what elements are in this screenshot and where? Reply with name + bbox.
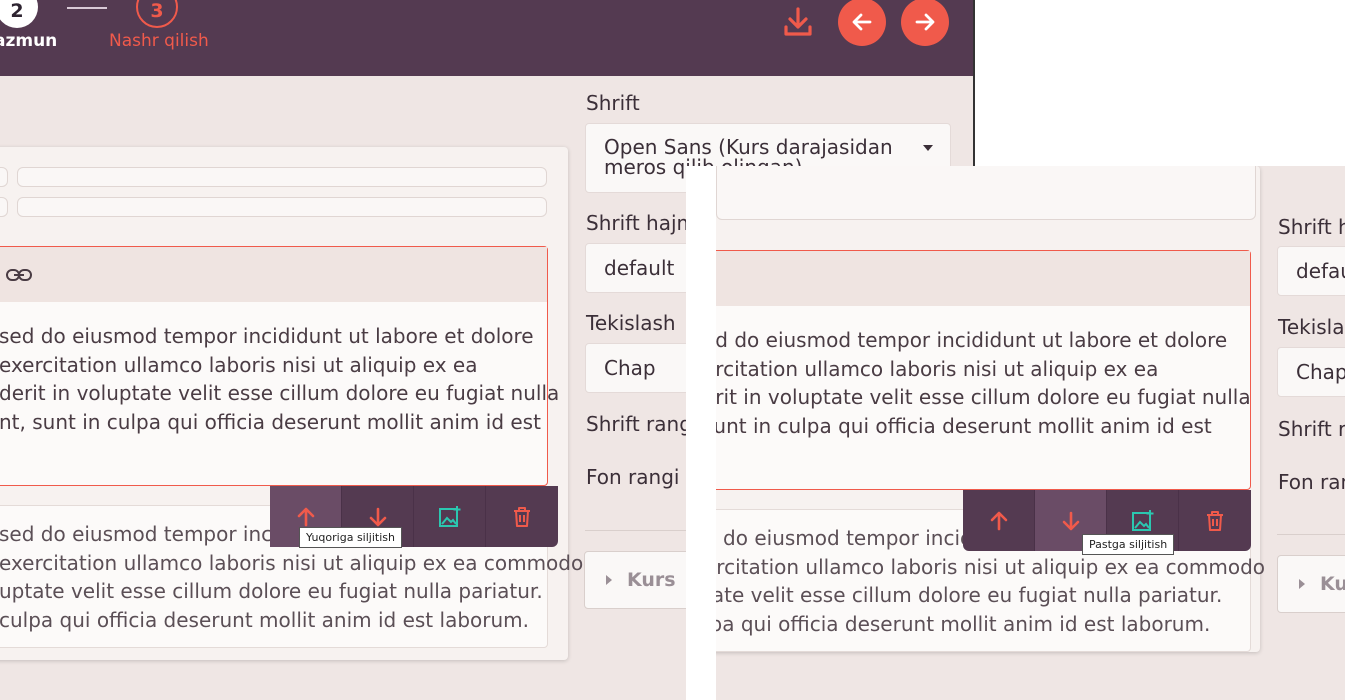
option-input-1[interactable] — [17, 167, 547, 187]
step-2-label: azmun — [0, 31, 58, 51]
paragraph-text[interactable]: ed do eiusmod tempor incididunt ut labor… — [701, 306, 1251, 440]
paragraph-text[interactable]: sed do eiusmod tempor incididunt ut labo… — [0, 302, 560, 436]
bg-color-label: Fon rangi — [586, 465, 680, 489]
move-up-button[interactable] — [963, 490, 1035, 551]
bg-color-label: Fon ran — [1278, 470, 1345, 494]
block-header — [701, 251, 1250, 306]
paragraph-line: lpa qui officia deserunt mollit anim id … — [704, 611, 1211, 636]
next-button[interactable] — [901, 0, 949, 46]
paragraph-line: ercitation ullamco laboris nisi ut aliqu… — [703, 356, 1159, 381]
delete-button[interactable] — [486, 486, 558, 547]
course-settings-toggle[interactable]: Ku — [1277, 555, 1345, 613]
selected-text-block[interactable]: ed do eiusmod tempor incididunt ut labor… — [700, 250, 1251, 490]
font-size-select[interactable]: defau — [1277, 246, 1345, 296]
font-color-label: Shrift ra — [1278, 417, 1345, 441]
align-label: Tekislas — [1278, 315, 1345, 339]
add-image-icon — [438, 505, 460, 527]
caret-right-icon — [606, 575, 612, 585]
paragraph-line: derit in voluptate velit esse cillum dol… — [0, 381, 560, 405]
paragraph-line: uptate velit esse cillum dolore eu fugia… — [0, 579, 543, 603]
course-settings-label: Kurs — [627, 569, 676, 591]
paragraph-line: exercitation ullamco laboris nisi ut ali… — [0, 550, 584, 575]
paragraph-line: tate velit esse cillum dolore eu fugiat … — [704, 583, 1223, 607]
option-input-small-2[interactable] — [0, 197, 8, 217]
align-select[interactable]: Chap — [1277, 347, 1345, 397]
arrow-up-icon — [297, 507, 314, 526]
paragraph-line: erit in voluptate velit esse cillum dolo… — [703, 385, 1251, 409]
arrow-right-icon — [915, 13, 935, 31]
caret-down-icon — [923, 145, 933, 151]
download-icon — [784, 7, 812, 36]
font-color-label: Shrift rang — [586, 412, 692, 436]
course-settings-label: Ku — [1320, 573, 1345, 595]
content-card: ed do eiusmod tempor incididunt ut labor… — [686, 166, 1266, 652]
trash-icon — [1207, 510, 1223, 531]
previous-button[interactable] — [838, 0, 886, 46]
step-3-indicator[interactable]: 3 — [136, 0, 178, 28]
header-bar: 2 azmun 3 Nashr qilish — [0, 0, 973, 76]
arrow-left-icon — [852, 13, 872, 31]
option-input-2[interactable] — [17, 197, 547, 217]
add-image-icon — [1131, 509, 1153, 531]
option-input-small-1[interactable] — [0, 167, 8, 187]
content-card: sed do eiusmod tempor incididunt ut labo… — [0, 147, 584, 660]
font-select-value-1: Open Sans (Kurs darajasidan — [604, 135, 893, 159]
paragraph-line: ercitation ullamco laboris nisi ut aliqu… — [704, 554, 1266, 579]
font-size-label: Shrift h — [1278, 215, 1345, 239]
paragraph-line: sed do eiusmod tempor incididunt ut labo… — [0, 324, 534, 348]
align-label: Tekislash — [586, 311, 676, 335]
arrow-down-icon — [1062, 511, 1079, 530]
link-icon[interactable] — [5, 267, 33, 283]
paragraph-line: culpa qui officia deserunt mollit anim i… — [0, 607, 529, 632]
trash-icon — [514, 506, 530, 527]
tooltip-move-up: Yuqoriga siljitish — [299, 527, 402, 548]
overlay-edge — [686, 166, 716, 700]
editor-screen-overlay: ed do eiusmod tempor incididunt ut labor… — [686, 166, 1345, 700]
font-label: Shrift — [586, 91, 640, 115]
step-2-indicator[interactable]: 2 — [0, 0, 38, 28]
block-header — [0, 247, 547, 302]
caret-right-icon — [1299, 579, 1305, 589]
delete-button[interactable] — [1179, 490, 1251, 551]
font-size-label: Shrift hajm — [586, 211, 697, 235]
tooltip-move-down: Pastga siljitish — [1082, 534, 1175, 555]
paragraph-line: nt, sunt in culpa qui officia deserunt m… — [0, 409, 541, 434]
selected-text-block[interactable]: sed do eiusmod tempor incididunt ut labo… — [0, 246, 560, 486]
arrow-down-icon — [369, 507, 386, 526]
arrow-up-icon — [990, 511, 1007, 530]
paragraph-line: exercitation ullamco laboris nisi ut ali… — [0, 352, 478, 377]
paragraph-line: ed do eiusmod tempor incididunt ut labor… — [703, 328, 1228, 352]
step-connector — [67, 7, 107, 9]
panel-divider — [1277, 534, 1345, 535]
composite-screenshot: 2 azmun 3 Nashr qilish sed do eiusmod te… — [0, 0, 1345, 700]
add-image-button[interactable] — [414, 486, 486, 547]
download-button[interactable] — [776, 4, 820, 40]
option-input[interactable] — [716, 166, 1256, 220]
paragraph-line: sunt in culpa qui officia deserunt molli… — [703, 413, 1212, 438]
step-3-label: Nashr qilish — [109, 31, 209, 51]
